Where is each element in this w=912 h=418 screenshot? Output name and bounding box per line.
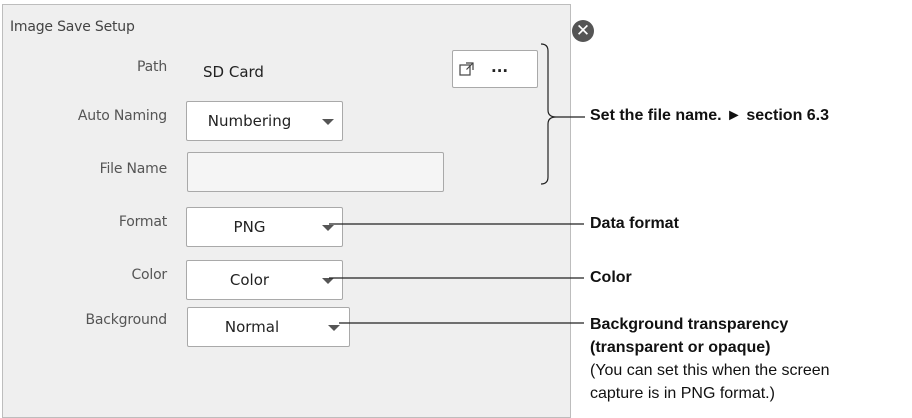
- file-name-callout: Set the file name. ► section 6.3: [590, 107, 830, 124]
- background-callout-line4: capture is in PNG format.): [590, 385, 775, 402]
- format-callout: Data format: [590, 215, 679, 232]
- background-callout-line3: (You can set this when the screen: [590, 362, 830, 379]
- background-callout-line1: Background transparency: [590, 316, 789, 333]
- color-callout: Color: [590, 269, 632, 286]
- background-callout-line2: (transparent or opaque): [590, 339, 771, 356]
- callout-lines: [329, 43, 585, 324]
- file-name-bracket: [540, 43, 557, 185]
